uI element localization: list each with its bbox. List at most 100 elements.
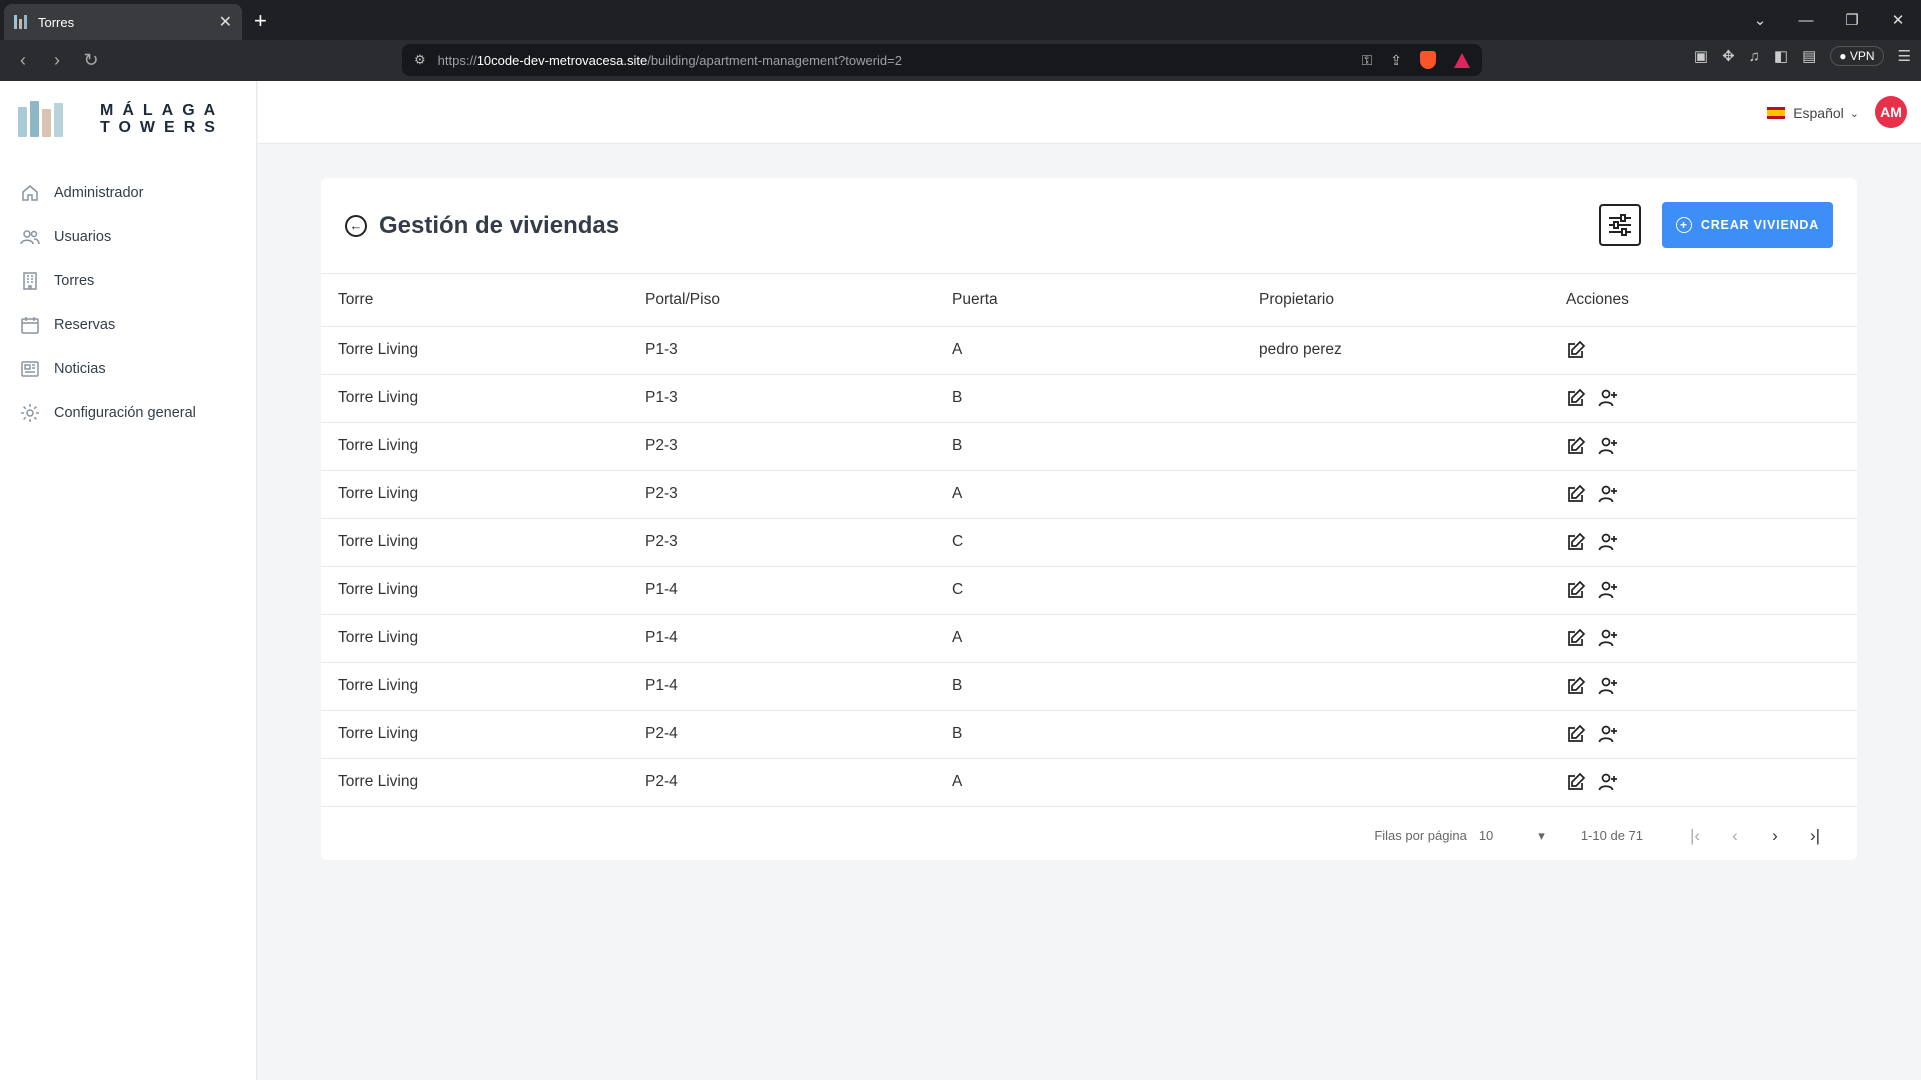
cell-puerta: B bbox=[935, 662, 1242, 711]
cell-acciones bbox=[1549, 374, 1857, 423]
browser-tab[interactable]: Torres ✕ bbox=[4, 4, 242, 40]
reload-icon[interactable]: ↻ bbox=[74, 50, 108, 71]
edit-icon[interactable] bbox=[1566, 580, 1586, 600]
sidebar-item-noticias[interactable]: Noticias bbox=[0, 347, 256, 391]
tab-search-icon[interactable]: ⌄ bbox=[1737, 11, 1783, 29]
add-owner-icon[interactable] bbox=[1598, 724, 1618, 744]
table-row: Torre Living P2-4 A bbox=[321, 758, 1857, 807]
menu-icon[interactable]: ☰ bbox=[1898, 47, 1911, 65]
table-row: Torre Living P2-4 B bbox=[321, 710, 1857, 759]
brave-rewards-icon[interactable] bbox=[1454, 52, 1470, 68]
back-arrow-icon[interactable]: ← bbox=[345, 214, 367, 237]
edit-icon[interactable] bbox=[1566, 436, 1586, 456]
forward-nav-icon[interactable]: › bbox=[40, 50, 74, 71]
brave-shields-icon[interactable] bbox=[1420, 51, 1436, 69]
close-tab-icon[interactable]: ✕ bbox=[219, 12, 232, 32]
building-icon bbox=[23, 272, 37, 290]
cell-torre: Torre Living bbox=[321, 374, 628, 423]
sidebar: MÁLAGA TOWERS Administrador Usuarios Tor… bbox=[0, 81, 257, 1080]
new-tab-button[interactable]: + bbox=[254, 8, 267, 34]
table-row: Torre Living P1-4 B bbox=[321, 662, 1857, 711]
cell-portal-piso: P2-3 bbox=[628, 518, 935, 567]
brand-line1: MÁLAGA bbox=[100, 102, 225, 119]
filter-button[interactable] bbox=[1599, 204, 1641, 246]
column-header-puerta[interactable]: Puerta bbox=[935, 274, 1242, 327]
prev-page-icon[interactable]: ‹ bbox=[1715, 826, 1755, 846]
cell-acciones bbox=[1549, 710, 1857, 759]
column-header-portal-piso[interactable]: Portal/Piso bbox=[628, 274, 935, 327]
extension-icon[interactable]: ▣ bbox=[1694, 47, 1708, 65]
table-row: Torre Living P2-3 C bbox=[321, 518, 1857, 567]
add-owner-icon[interactable] bbox=[1598, 676, 1618, 696]
create-button-label: CREAR VIVIENDA bbox=[1700, 218, 1820, 232]
last-page-icon[interactable]: ›| bbox=[1795, 826, 1835, 846]
edit-icon[interactable] bbox=[1566, 772, 1586, 792]
edit-icon[interactable] bbox=[1566, 388, 1586, 408]
cell-acciones bbox=[1549, 662, 1857, 711]
restore-icon[interactable]: ❐ bbox=[1829, 11, 1875, 29]
cell-acciones bbox=[1549, 614, 1857, 663]
edit-icon[interactable] bbox=[1566, 340, 1586, 360]
key-icon[interactable]: ⚿ bbox=[1362, 52, 1373, 69]
table-row: Torre Living P1-4 C bbox=[321, 566, 1857, 615]
create-apartment-button[interactable]: + CREAR VIVIENDA bbox=[1662, 202, 1833, 248]
plus-circle-icon: + bbox=[1675, 217, 1692, 233]
cell-acciones bbox=[1549, 422, 1857, 471]
column-header-propietario[interactable]: Propietario bbox=[1242, 274, 1549, 327]
site-settings-icon[interactable]: ⚙ bbox=[414, 52, 426, 68]
brand-line2: TOWERS bbox=[100, 119, 224, 136]
brand-logo[interactable]: MÁLAGA TOWERS bbox=[0, 81, 256, 157]
sidebar-item-torres[interactable]: Torres bbox=[0, 259, 256, 303]
sidebar-item-reservas[interactable]: Reservas bbox=[0, 303, 256, 347]
cell-puerta: C bbox=[935, 566, 1242, 615]
language-selector[interactable]: Español ⌄ bbox=[1767, 105, 1859, 121]
avatar[interactable]: AM bbox=[1875, 96, 1907, 128]
music-icon[interactable]: ♫ bbox=[1749, 48, 1760, 65]
cell-puerta: A bbox=[935, 758, 1242, 807]
add-owner-icon[interactable] bbox=[1598, 772, 1618, 792]
cell-portal-piso: P2-3 bbox=[628, 422, 935, 471]
wallet-icon[interactable]: ▤ bbox=[1802, 47, 1816, 65]
add-owner-icon[interactable] bbox=[1598, 580, 1618, 600]
sidebar-item-configuracion[interactable]: Configuración general bbox=[0, 391, 256, 435]
url-path: /building/apartment-management?towerid=2 bbox=[647, 52, 902, 68]
first-page-icon[interactable]: |‹ bbox=[1675, 826, 1715, 846]
sidebar-item-label: Administrador bbox=[54, 185, 144, 201]
page-range: 1-10 de 71 bbox=[1580, 828, 1643, 843]
edit-icon[interactable] bbox=[1566, 484, 1586, 504]
table-row: Torre Living P2-3 B bbox=[321, 422, 1857, 471]
edit-icon[interactable] bbox=[1566, 724, 1586, 744]
add-owner-icon[interactable] bbox=[1598, 532, 1618, 552]
next-page-icon[interactable]: › bbox=[1755, 826, 1795, 846]
cell-torre: Torre Living bbox=[321, 662, 628, 711]
column-header-torre[interactable]: Torre bbox=[321, 274, 628, 327]
cell-acciones bbox=[1549, 518, 1857, 567]
url-host: 10code-dev-metrovacesa.site bbox=[476, 52, 648, 68]
vpn-button[interactable]: ● VPN bbox=[1830, 46, 1884, 66]
cell-portal-piso: P2-4 bbox=[628, 758, 935, 807]
cell-portal-piso: P2-4 bbox=[628, 710, 935, 759]
edit-icon[interactable] bbox=[1566, 532, 1586, 552]
edit-icon[interactable] bbox=[1566, 628, 1586, 648]
cell-portal-piso: P1-4 bbox=[628, 566, 935, 615]
sidebar-item-administrador[interactable]: Administrador bbox=[0, 171, 256, 215]
add-owner-icon[interactable] bbox=[1598, 628, 1618, 648]
sidebar-item-usuarios[interactable]: Usuarios bbox=[0, 215, 256, 259]
rows-per-page-select[interactable]: 10 ▾ bbox=[1479, 828, 1545, 844]
address-bar[interactable]: ⚙ https://10code-dev-metrovacesa.site/bu… bbox=[402, 44, 1482, 76]
edit-icon[interactable] bbox=[1566, 676, 1586, 696]
close-window-icon[interactable]: ✕ bbox=[1875, 11, 1921, 29]
gear-icon bbox=[21, 404, 39, 422]
spain-flag-icon bbox=[1767, 107, 1786, 119]
apartments-card: ← Gestión de viviendas + CREAR VIVIENDA … bbox=[321, 178, 1857, 860]
news-icon bbox=[21, 361, 39, 377]
add-owner-icon[interactable] bbox=[1598, 436, 1618, 456]
puzzle-icon[interactable]: ✥ bbox=[1722, 47, 1735, 65]
add-owner-icon[interactable] bbox=[1598, 388, 1618, 408]
cell-puerta: B bbox=[935, 374, 1242, 423]
sidebar-toggle-icon[interactable]: ◧ bbox=[1774, 47, 1788, 65]
share-icon[interactable]: ⇪ bbox=[1390, 52, 1402, 69]
back-nav-icon[interactable]: ‹ bbox=[6, 50, 40, 71]
add-owner-icon[interactable] bbox=[1598, 484, 1618, 504]
minimize-icon[interactable]: — bbox=[1783, 12, 1829, 29]
